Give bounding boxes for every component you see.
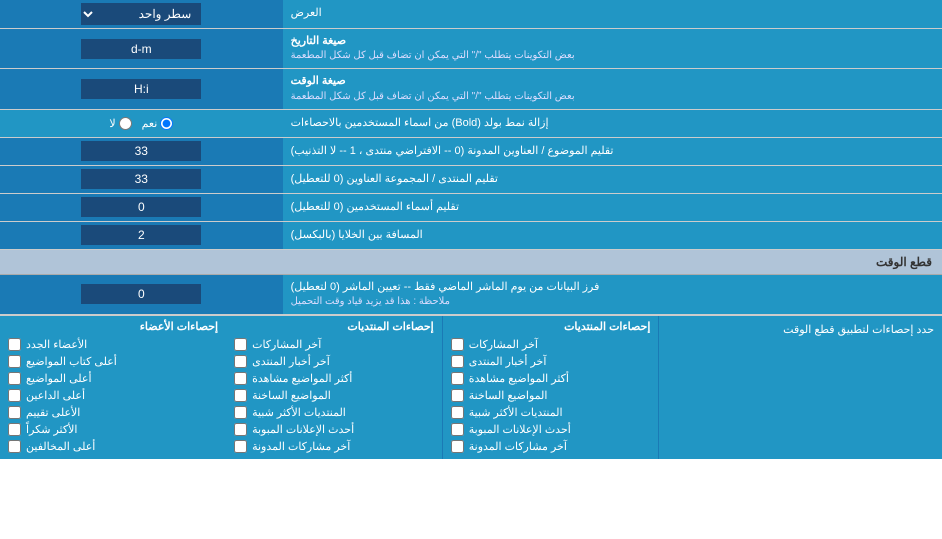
time-format-input[interactable]	[81, 79, 201, 99]
cb3-most-warned: أعلى المخالفين	[8, 438, 218, 455]
username-trim-label: تقليم أسماء المستخدمين (0 للتعطيل)	[283, 194, 942, 221]
cutoff-section-header: قطع الوقت	[0, 250, 942, 275]
cutoff-days-input-cell	[0, 275, 283, 314]
forum-trim-input-cell	[0, 166, 283, 193]
checkboxes-label: حدد إحصاءات لتطبيق قطع الوقت	[659, 316, 942, 459]
forum-trim-input[interactable]	[81, 169, 201, 189]
cutoff-days-input[interactable]	[81, 284, 201, 304]
cb2-most-viewed: أكثر المواضيع مشاهدة	[234, 370, 434, 387]
cb3-top-referrers: أعلى الداعين	[8, 387, 218, 404]
cb3-top-posters: أعلى كتاب المواضيع	[8, 353, 218, 370]
username-trim-input[interactable]	[81, 197, 201, 217]
display-select[interactable]: سطر واحد سطران	[81, 3, 201, 25]
cb2-popular-forums: المنتديات الأكثر شبية	[234, 404, 434, 421]
bold-yes-radio[interactable]	[160, 117, 173, 130]
display-input-cell: سطر واحد سطران	[0, 0, 283, 28]
cb2-hot-topics: المواضيع الساخنة	[234, 387, 434, 404]
bold-label: إزالة نمط بولد (Bold) من اسماء المستخدمي…	[283, 110, 942, 137]
cb3-top-rated: الأعلى تقييم	[8, 404, 218, 421]
bold-no-radio[interactable]	[119, 117, 132, 130]
date-format-input-cell	[0, 29, 283, 68]
cutoff-days-label: فرز البيانات من يوم الماشر الماضي فقط --…	[283, 275, 942, 314]
col1-header: إحصاءات المنتديات	[451, 320, 651, 333]
cb-blog-posts: آخر مشاركات المدونة	[451, 438, 651, 455]
cb3-top-topics: أعلى المواضيع	[8, 370, 218, 387]
topic-trim-input-cell	[0, 138, 283, 165]
cb3-new-members: الأعضاء الجدد	[8, 336, 218, 353]
checkbox-col3: إحصاءات الأعضاء الأعضاء الجدد أعلى كتاب …	[0, 316, 226, 459]
cell-spacing-input-cell	[0, 222, 283, 249]
cb2-forum-news: آخر أخبار المنتدى	[234, 353, 434, 370]
cb-most-viewed: أكثر المواضيع مشاهدة	[451, 370, 651, 387]
col2-header: إحصاءات المنتديات	[234, 320, 434, 333]
checkbox-col1: إحصاءات المنتديات آخر المشاركات آخر أخبا…	[443, 316, 660, 459]
cb2-blog-posts: آخر مشاركات المدونة	[234, 438, 434, 455]
display-label: العرض	[283, 0, 942, 28]
col3-header: إحصاءات الأعضاء	[8, 320, 218, 333]
bold-radio-cell: نعم لا	[0, 110, 283, 137]
cb-forum-news: آخر أخبار المنتدى	[451, 353, 651, 370]
cb-latest-posts: آخر المشاركات	[451, 336, 651, 353]
date-format-input[interactable]	[81, 39, 201, 59]
cb-latest-classifieds: أحدث الإعلانات المبوبة	[451, 421, 651, 438]
date-format-label: صيغة التاريخ بعض التكوينات يتطلب "/" الت…	[283, 29, 942, 68]
time-format-label: صيغة الوقت بعض التكوينات يتطلب "/" التي …	[283, 69, 942, 108]
cb-hot-topics: المواضيع الساخنة	[451, 387, 651, 404]
cb2-latest-posts: آخر المشاركات	[234, 336, 434, 353]
time-format-input-cell	[0, 69, 283, 108]
bold-no-label[interactable]: لا	[109, 117, 131, 130]
topic-trim-label: تقليم الموضوع / العناوين المدونة (0 -- ا…	[283, 138, 942, 165]
cb3-most-thanked: الأكثر شكراً	[8, 421, 218, 438]
cell-spacing-label: المسافة بين الخلايا (بالبكسل)	[283, 222, 942, 249]
cb-popular-forums: المنتديات الأكثر شبية	[451, 404, 651, 421]
cell-spacing-input[interactable]	[81, 225, 201, 245]
cb2-latest-classifieds: أحدث الإعلانات المبوبة	[234, 421, 434, 438]
bold-yes-label[interactable]: نعم	[142, 117, 174, 130]
checkbox-col2: إحصاءات المنتديات آخر المشاركات آخر أخبا…	[226, 316, 443, 459]
topic-trim-input[interactable]	[81, 141, 201, 161]
username-trim-input-cell	[0, 194, 283, 221]
forum-trim-label: تقليم المنتدى / المجموعة العناوين (0 للت…	[283, 166, 942, 193]
